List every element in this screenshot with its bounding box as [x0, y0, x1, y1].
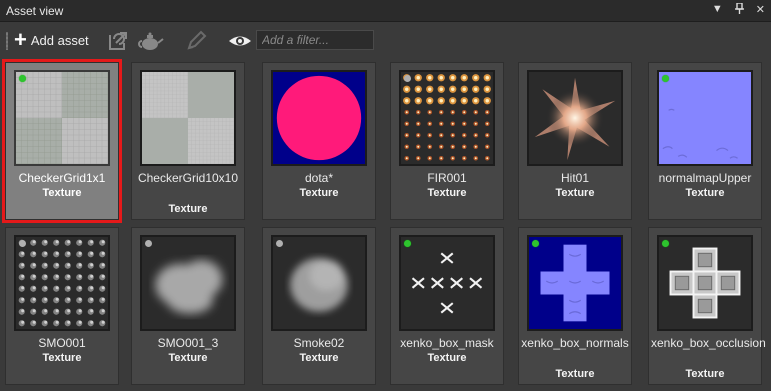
- asset-tile-normalmapupper[interactable]: normalmapUpper Texture: [648, 62, 762, 220]
- checker-texture-image: [16, 72, 108, 164]
- eye-icon[interactable]: [228, 29, 252, 53]
- smoke-sprite-sheet-image: [16, 237, 108, 329]
- panel-titlebar: Asset view ▼ ✕: [0, 0, 771, 22]
- add-asset-label: Add asset: [30, 32, 89, 48]
- asset-tile-xenko-box-occlusion[interactable]: xenko_box_occlusion Texture: [648, 227, 766, 385]
- asset-toolbar: + Add asset: [0, 22, 771, 58]
- asset-name: dota*: [304, 171, 334, 185]
- asset-type: Texture: [299, 187, 339, 199]
- thumbnail-normalmapupper: [657, 70, 753, 166]
- asset-type: Texture: [427, 187, 467, 199]
- pink-circle-image: [273, 72, 365, 164]
- asset-name: Hit01: [560, 171, 589, 185]
- thumbnail-smoke02: [271, 235, 367, 331]
- thumbnail-checkergrid10x10: [140, 70, 236, 166]
- thumbnail-hit01: [527, 70, 623, 166]
- asset-type: Texture: [168, 203, 208, 215]
- thumbnail-dota: [271, 70, 367, 166]
- asset-tile-checkergrid10x10[interactable]: CheckerGrid10x10 Texture: [131, 62, 245, 220]
- asset-name: SMO001: [38, 336, 86, 350]
- asset-type: Texture: [42, 187, 82, 199]
- asset-type: Texture: [299, 352, 339, 364]
- close-icon[interactable]: ✕: [756, 3, 765, 17]
- toolbar-grip-icon[interactable]: [6, 32, 8, 50]
- asset-tile-smo001-3[interactable]: SMO001_3 Texture: [131, 227, 245, 385]
- status-dot-icon: [404, 240, 411, 247]
- box-mask-image: [401, 237, 493, 329]
- asset-type: Texture: [685, 187, 725, 199]
- teapot-icon[interactable]: [136, 29, 164, 53]
- asset-name: normalmapUpper: [658, 171, 752, 185]
- asset-tile-fir001[interactable]: FIR001 Texture: [390, 62, 504, 220]
- thumbnail-checkergrid1x1: [14, 70, 110, 166]
- thumbnail-xenko-box-mask: [399, 235, 495, 331]
- asset-type: Texture: [427, 352, 467, 364]
- normal-map-image: [659, 72, 751, 164]
- asset-name: xenko_box_mask: [400, 336, 494, 350]
- asset-type: Texture: [168, 352, 208, 364]
- pin-icon[interactable]: [734, 2, 744, 17]
- box-occlusion-image: [659, 237, 751, 329]
- asset-type: Texture: [42, 352, 82, 364]
- status-dot-icon: [404, 75, 411, 82]
- fire-sprite-sheet-image: [401, 72, 493, 164]
- asset-grid: CheckerGrid1x1 Texture CheckerGrid10x10 …: [0, 58, 771, 391]
- asset-name: SMO001_3: [157, 336, 219, 350]
- status-dot-icon: [19, 240, 26, 247]
- status-dot-icon: [662, 240, 669, 247]
- import-icon[interactable]: [106, 29, 130, 53]
- asset-name: xenko_box_normals: [521, 336, 629, 350]
- status-dot-icon: [662, 75, 669, 82]
- hit-burst-image: [529, 72, 621, 164]
- asset-tile-xenko-box-normals[interactable]: xenko_box_normals Texture: [518, 227, 632, 385]
- asset-tile-hit01[interactable]: Hit01 Texture: [518, 62, 632, 220]
- status-dot-icon: [276, 240, 283, 247]
- thumbnail-xenko-box-normals: [527, 235, 623, 331]
- status-dot-icon: [532, 240, 539, 247]
- checker-texture-image: [142, 72, 234, 164]
- add-asset-button[interactable]: + Add asset: [14, 28, 89, 52]
- plus-icon: +: [14, 27, 27, 52]
- pencil-icon[interactable]: [184, 29, 208, 53]
- status-dot-icon: [145, 240, 152, 247]
- panel-title: Asset view: [6, 4, 64, 18]
- panel-controls: ▼ ✕: [712, 2, 765, 17]
- asset-type: Texture: [555, 187, 595, 199]
- asset-name: CheckerGrid10x10: [137, 171, 239, 185]
- thumbnail-smo001: [14, 235, 110, 331]
- asset-tile-dota[interactable]: dota* Texture: [262, 62, 376, 220]
- asset-name: FIR001: [427, 171, 467, 185]
- asset-type: Texture: [685, 368, 725, 380]
- status-dot-icon: [19, 75, 26, 82]
- thumbnail-smo001-3: [140, 235, 236, 331]
- asset-tile-xenko-box-mask[interactable]: xenko_box_mask Texture: [390, 227, 504, 385]
- filter-input[interactable]: [256, 30, 374, 50]
- smoke-cloud-image: [142, 237, 234, 329]
- asset-tile-smo001[interactable]: SMO001 Texture: [5, 227, 119, 385]
- thumbnail-fir001: [399, 70, 495, 166]
- dropdown-icon[interactable]: ▼: [712, 3, 723, 17]
- box-normals-image: [529, 237, 621, 329]
- asset-tile-checkergrid1x1[interactable]: CheckerGrid1x1 Texture: [2, 59, 122, 223]
- asset-name: Smoke02: [293, 336, 345, 350]
- asset-name: xenko_box_occlusion: [651, 336, 766, 350]
- thumbnail-xenko-box-occlusion: [657, 235, 753, 331]
- asset-tile-smoke02[interactable]: Smoke02 Texture: [262, 227, 376, 385]
- asset-type: Texture: [555, 368, 595, 380]
- smoke-cloud-image: [273, 237, 365, 329]
- asset-name: CheckerGrid1x1: [18, 171, 106, 185]
